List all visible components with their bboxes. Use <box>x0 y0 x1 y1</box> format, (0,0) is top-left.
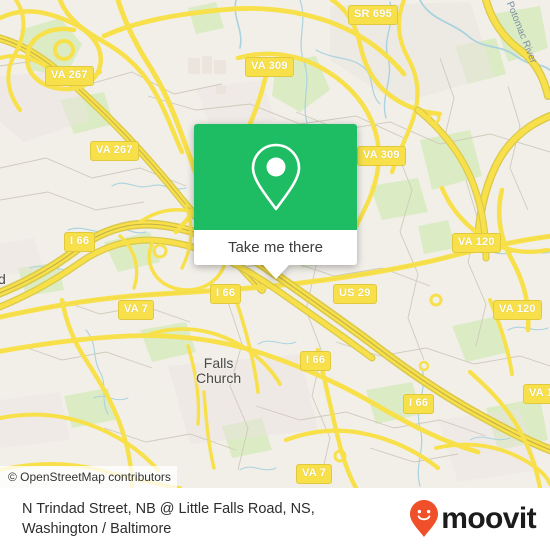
station-title-line2: Washington / Baltimore <box>22 521 172 537</box>
osm-attribution-text: © OpenStreetMap contributors <box>8 470 171 484</box>
road-shield: I 66 <box>300 351 332 371</box>
popup-pointer-tail <box>262 265 289 279</box>
moovit-pin-icon <box>410 500 439 537</box>
moovit-station-card: .rd { fill:none; stroke:#f7e04a; stroke-… <box>0 0 550 550</box>
station-title-line1: N Trindad Street, NB @ Little Falls Road… <box>22 501 315 517</box>
station-title: N Trindad Street, NB @ Little Falls Road… <box>22 499 315 539</box>
road-shield: VA 309 <box>357 146 406 166</box>
road-shield: I 66 <box>64 232 96 252</box>
map-canvas[interactable]: .rd { fill:none; stroke:#f7e04a; stroke-… <box>0 0 550 488</box>
take-me-there-label: Take me there <box>227 239 324 256</box>
osm-attribution[interactable]: © OpenStreetMap contributors <box>0 466 177 488</box>
popup-action-bar[interactable]: Take me there <box>194 230 357 265</box>
moovit-wordmark: moovit <box>441 502 536 535</box>
road-shield: US 29 <box>333 284 377 304</box>
road-shield: I 66 <box>210 284 242 304</box>
road-shield: VA 267 <box>45 66 94 86</box>
road-shield: VA 7 <box>296 464 333 484</box>
moovit-logo[interactable]: moovit <box>409 499 537 539</box>
road-shield: I 66 <box>403 394 435 414</box>
road-shield: VA 7 <box>118 300 155 320</box>
place-label-clipped: d <box>0 271 6 287</box>
road-shield: VA 267 <box>90 141 139 161</box>
road-shield: VA 120 <box>493 300 542 320</box>
road-shield: SR 695 <box>348 5 398 25</box>
popup-header <box>194 124 357 230</box>
station-popup-card[interactable]: Take me there <box>194 124 357 279</box>
road-shield: VA 120 <box>452 233 501 253</box>
road-shield: VA 1 <box>523 384 550 404</box>
footer-bar: N Trindad Street, NB @ Little Falls Road… <box>0 488 550 550</box>
map-pin-icon <box>251 143 300 211</box>
place-label-falls-church: Falls Church <box>196 355 242 386</box>
road-shield: VA 309 <box>245 57 294 77</box>
